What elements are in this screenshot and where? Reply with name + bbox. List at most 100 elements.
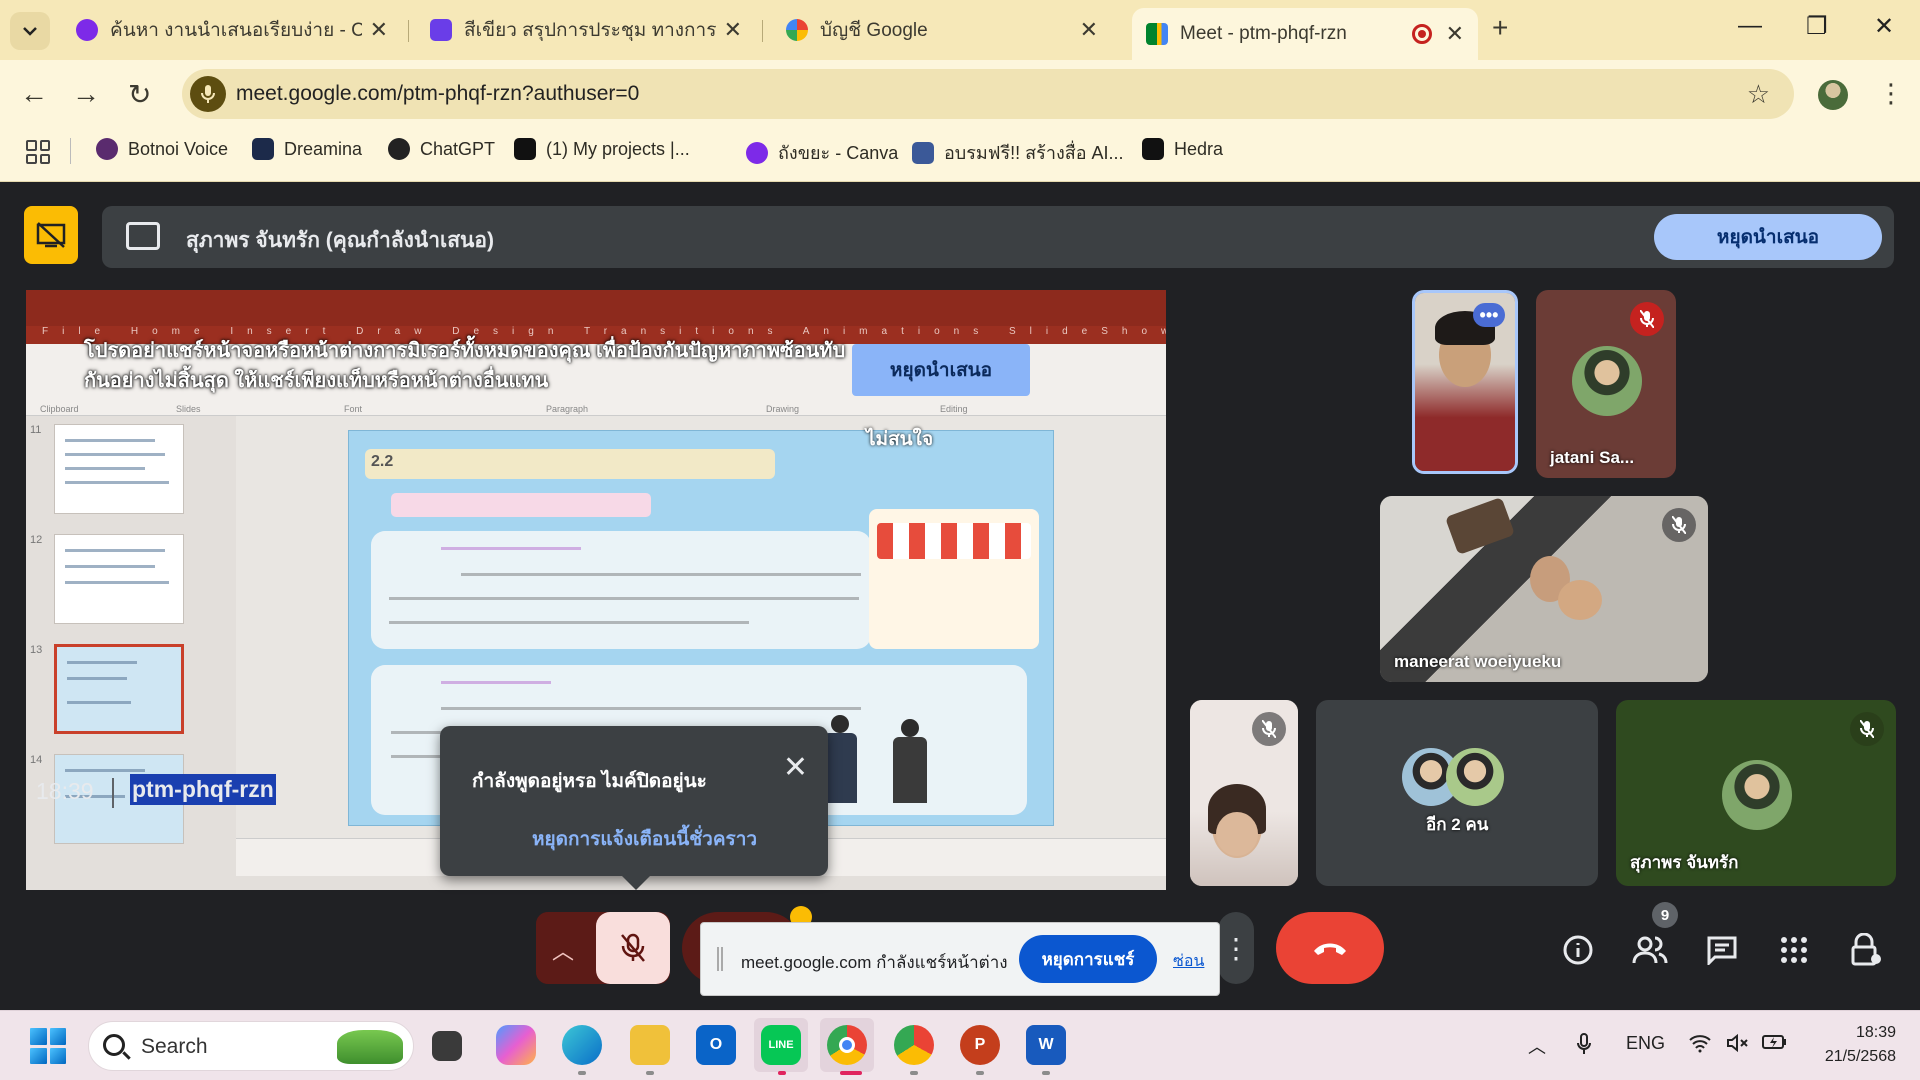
outlook-icon[interactable]: O	[696, 1025, 736, 1065]
mic-permission-icon[interactable]	[190, 76, 226, 112]
stop-presenting-button[interactable]: หยุดนำเสนอ	[1654, 214, 1882, 260]
taskbar-search-box[interactable]: Search	[88, 1021, 414, 1071]
language-indicator[interactable]: ENG	[1626, 1033, 1665, 1054]
tab-canva-search[interactable]: ค้นหา งานนำเสนอเรียบง่าย - Canva ✕	[62, 8, 402, 52]
close-icon[interactable]: ✕	[370, 17, 388, 43]
leave-call-button[interactable]	[1276, 912, 1384, 984]
thumb-line	[67, 701, 131, 704]
close-icon[interactable]: ✕	[1446, 21, 1464, 47]
drag-handle-icon[interactable]	[717, 947, 723, 971]
chevron-up-icon[interactable]: ︿	[552, 934, 574, 966]
slide-text-card	[371, 531, 871, 649]
system-date: 21/5/2568	[1824, 1048, 1896, 1065]
copilot-icon[interactable]	[496, 1025, 536, 1065]
windows-start-icon[interactable]	[30, 1028, 66, 1064]
bookmark-ai-training[interactable]: อบรมฟรี!! สร้างสื่อ AI...	[912, 138, 1124, 167]
bookmark-dreamina[interactable]: Dreamina	[252, 138, 362, 160]
mic-off-icon	[1252, 712, 1286, 746]
restore-button[interactable]: ❐	[1806, 12, 1828, 41]
profile-avatar[interactable]	[1818, 80, 1848, 110]
participant-face	[1558, 580, 1602, 620]
bookmark-star-icon[interactable]: ☆	[1747, 79, 1770, 110]
minimize-button[interactable]: —	[1738, 12, 1762, 40]
powerpoint-icon[interactable]: P	[960, 1025, 1000, 1065]
back-button[interactable]: ←	[20, 78, 48, 110]
tab-strip: ค้นหา งานนำเสนอเรียบง่าย - Canva ✕ สีเขี…	[0, 0, 1920, 60]
mic-toggle-button[interactable]	[596, 912, 670, 984]
bookmark-chatgpt[interactable]: ChatGPT	[388, 138, 495, 160]
activities-button[interactable]	[1774, 930, 1814, 970]
tab-meet[interactable]: Meet - ptm-phqf-rzn ✕	[1132, 8, 1478, 60]
thumb-line	[65, 467, 145, 470]
chevron-down-icon	[23, 27, 37, 36]
battery-charging-icon[interactable]	[1762, 1033, 1788, 1056]
more-options-button[interactable]: ⋮	[1218, 912, 1254, 984]
tab-google-account[interactable]: บัญชี Google ✕	[772, 8, 1112, 52]
tab-search-button[interactable]	[10, 12, 50, 50]
participant-avatar	[1446, 748, 1504, 806]
slide-text-line	[389, 621, 749, 624]
wifi-icon[interactable]	[1688, 1033, 1712, 1058]
bookmark-canva-trash[interactable]: ถังขยะ - Canva	[746, 138, 898, 167]
dreamina-icon	[252, 138, 274, 160]
participant-tile-4[interactable]	[1190, 700, 1298, 886]
close-icon[interactable]: ✕	[1080, 17, 1098, 43]
system-time: 18:39	[1855, 1024, 1896, 1041]
snooze-notification-link[interactable]: หยุดการแจ้งเตือนนี้ชั่วคราว	[532, 824, 757, 854]
presentation-status-button[interactable]	[24, 206, 78, 264]
tab-title: Meet - ptm-phqf-rzn	[1180, 23, 1347, 44]
forward-button[interactable]: →	[72, 78, 100, 110]
reload-button[interactable]: ↻	[128, 78, 151, 111]
participant-tile-jatani[interactable]: jatani Sa...	[1536, 290, 1676, 478]
new-tab-button[interactable]: +	[1492, 12, 1508, 44]
hide-share-bar-link[interactable]: ซ่อน	[1173, 949, 1204, 974]
ribbon-group: Clipboard	[40, 404, 79, 414]
task-view-icon[interactable]	[432, 1031, 462, 1061]
line-app-slot[interactable]: LINE	[754, 1018, 808, 1072]
participant-tile-self[interactable]: •••	[1412, 290, 1518, 474]
system-clock[interactable]: 18:39 21/5/2568	[1808, 1021, 1896, 1069]
people-button[interactable]	[1630, 930, 1670, 970]
mirror-stop-presenting-button[interactable]: หยุดนำเสนอ	[852, 344, 1030, 396]
present-off-icon	[36, 222, 66, 248]
file-explorer-icon[interactable]	[630, 1025, 670, 1065]
tab-canva-summary[interactable]: สีเขียว สรุปการประชุม ทางการ พรีเซ ✕	[416, 8, 756, 52]
edge-icon[interactable]	[562, 1025, 602, 1065]
chevron-up-icon[interactable]: ︿	[1528, 1033, 1546, 1059]
bookmark-botnoi[interactable]: Botnoi Voice	[96, 138, 228, 160]
laptop-icon	[912, 141, 934, 164]
participant-tile-others[interactable]: อีก 2 คน	[1316, 700, 1598, 886]
mirror-ignore-button[interactable]: ไม่สนใจ	[866, 424, 933, 454]
chrome-profile-icon[interactable]	[894, 1025, 934, 1065]
word-icon[interactable]: W	[1026, 1025, 1066, 1065]
chat-button[interactable]	[1702, 930, 1742, 970]
meeting-code[interactable]: ptm-phqf-rzn	[130, 774, 276, 805]
apps-grid-icon[interactable]	[26, 140, 50, 164]
apps-icon	[1781, 937, 1807, 963]
thumb-line	[65, 549, 165, 552]
search-icon	[103, 1034, 125, 1056]
chrome-app-slot[interactable]	[820, 1018, 874, 1072]
microphone-icon[interactable]	[1576, 1033, 1592, 1060]
bookmark-label: อบรมฟรี!! สร้างสื่อ AI...	[944, 143, 1124, 163]
bookmark-hedra[interactable]: Hedra	[1142, 138, 1223, 160]
slide-thumbnail	[54, 424, 184, 514]
participant-tile-maneerat[interactable]: maneerat woeiyueku	[1380, 496, 1708, 682]
more-options-icon[interactable]: •••	[1473, 303, 1505, 327]
address-bar[interactable]: meet.google.com/ptm-phqf-rzn?authuser=0 …	[182, 69, 1794, 119]
speaker-muted-icon[interactable]	[1726, 1033, 1750, 1058]
line-icon: LINE	[761, 1025, 801, 1065]
close-icon[interactable]: ✕	[783, 750, 808, 785]
thumb-line	[65, 565, 155, 568]
mic-popup-text: กำลังพูดอยู่หรอ ไมค์ปิดอยู่นะ	[472, 771, 707, 792]
close-window-button[interactable]: ✕	[1874, 12, 1894, 41]
bookmark-my-projects[interactable]: (1) My projects |...	[514, 138, 690, 160]
participant-tile-suphaporn[interactable]: สุภาพร จันทรัก	[1616, 700, 1896, 886]
thumb-line	[67, 661, 137, 664]
stop-sharing-button[interactable]: หยุดการแชร์	[1019, 935, 1157, 983]
browser-menu-button[interactable]: ⋮	[1878, 78, 1904, 109]
meeting-details-button[interactable]	[1558, 930, 1598, 970]
search-highlight-icon	[337, 1030, 403, 1064]
host-controls-button[interactable]	[1846, 930, 1886, 970]
close-icon[interactable]: ✕	[724, 17, 742, 43]
